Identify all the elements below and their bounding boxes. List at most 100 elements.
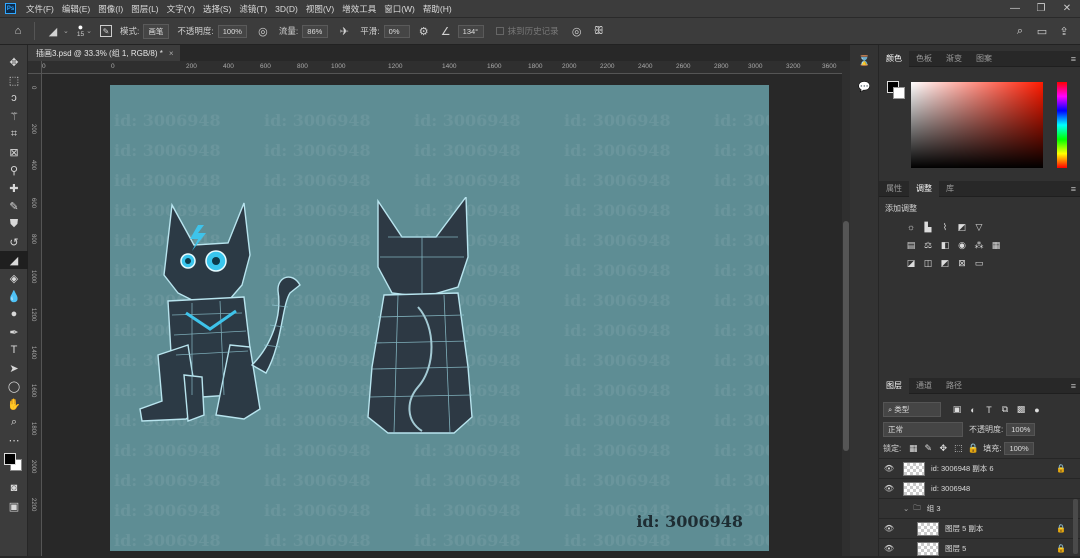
hand-tool-icon[interactable]: ✋: [0, 395, 28, 413]
selective-color-icon[interactable]: ⊠: [956, 257, 968, 269]
minimize-button[interactable]: —: [1002, 3, 1028, 14]
tab-libraries[interactable]: 库: [939, 181, 961, 197]
menu-select[interactable]: 选择(S): [199, 3, 235, 15]
document-tab[interactable]: 插画3.psd @ 33.3% (组 1, RGB/8) * ×: [28, 45, 180, 61]
tab-paths[interactable]: 路径: [939, 378, 969, 394]
channel-mixer-icon[interactable]: ⁂: [973, 239, 985, 251]
layers-scrollbar[interactable]: [1073, 499, 1078, 554]
hue-slider[interactable]: [1057, 82, 1067, 168]
tab-properties[interactable]: 属性: [879, 181, 909, 197]
visibility-eye-icon[interactable]: 👁: [879, 464, 899, 473]
crop-tool-icon[interactable]: ⌗: [0, 125, 28, 143]
tab-gradients[interactable]: 渐变: [939, 51, 969, 67]
tab-patterns[interactable]: 图案: [969, 51, 999, 67]
filter-toggle-icon[interactable]: ●: [1031, 404, 1043, 416]
filter-type-icon[interactable]: T: [983, 404, 995, 416]
paint-bucket-tool-icon[interactable]: ◈: [0, 269, 28, 287]
menu-type[interactable]: 文字(Y): [163, 3, 199, 15]
lock-artboard-icon[interactable]: ⬚: [952, 443, 964, 455]
marquee-tool-icon[interactable]: ⬚: [0, 71, 28, 89]
layer-row[interactable]: 👁 图层 5 副本 🔒: [879, 518, 1080, 538]
eraser-tool-icon[interactable]: ◢: [45, 23, 61, 39]
brush-preset-picker[interactable]: ● 15: [77, 23, 84, 39]
angle-input[interactable]: 134°: [457, 24, 484, 38]
invert-icon[interactable]: ◪: [905, 257, 917, 269]
fill-input[interactable]: 100%: [1004, 442, 1034, 455]
chevron-down-icon[interactable]: ⌄: [63, 27, 69, 35]
opacity-input[interactable]: 100%: [217, 24, 247, 38]
ellipse-tool-icon[interactable]: ◯: [0, 377, 28, 395]
visibility-eye-icon[interactable]: 👁: [879, 544, 899, 553]
lock-transparent-icon[interactable]: ▦: [907, 443, 919, 455]
pen-tool-icon[interactable]: ✒: [0, 323, 28, 341]
mode-select[interactable]: 画笔: [143, 23, 170, 39]
pressure-opacity-icon[interactable]: ◎: [255, 23, 271, 39]
maximize-button[interactable]: ❐: [1028, 3, 1054, 14]
hue-saturation-icon[interactable]: ▤: [905, 239, 917, 251]
brightness-icon[interactable]: ☼: [905, 221, 917, 233]
brush-settings-icon[interactable]: ✎: [99, 25, 112, 37]
screen-mode-icon[interactable]: ▣: [0, 497, 28, 515]
lock-all-icon[interactable]: 🔒: [967, 443, 979, 455]
layer-row[interactable]: 👁 id: 3006948: [879, 478, 1080, 498]
comments-panel-icon[interactable]: 💬: [850, 77, 879, 97]
type-tool-icon[interactable]: T: [0, 341, 28, 359]
menu-edit[interactable]: 编辑(E): [58, 3, 94, 15]
history-brush-tool-icon[interactable]: ↺: [0, 233, 28, 251]
tab-channels[interactable]: 通道: [909, 378, 939, 394]
curves-icon[interactable]: ⌇: [939, 221, 951, 233]
flow-input[interactable]: 86%: [302, 24, 329, 38]
magic-wand-tool-icon[interactable]: ⚚: [0, 107, 28, 125]
blur-tool-icon[interactable]: 💧: [0, 287, 28, 305]
layer-filter-select[interactable]: ⌕ 类型: [883, 402, 941, 417]
panel-menu-icon[interactable]: ≡: [1071, 381, 1076, 391]
visibility-eye-icon[interactable]: 👁: [879, 524, 899, 533]
chevron-down-icon[interactable]: ⌄: [903, 504, 909, 513]
ruler-vertical[interactable]: 0 200 400 600 800 1000 1200 1400 1600 18…: [28, 74, 42, 556]
background-color-swatch[interactable]: [893, 87, 905, 99]
layer-group-row[interactable]: ⌄ 🗀 组 3: [879, 498, 1080, 518]
blend-mode-select[interactable]: 正常: [883, 422, 963, 437]
eyedropper-tool-icon[interactable]: ⚲: [0, 161, 28, 179]
filter-smart-icon[interactable]: ▩: [1015, 404, 1027, 416]
smoothing-input[interactable]: 0%: [383, 24, 410, 38]
chevron-down-icon[interactable]: ⌄: [86, 27, 92, 35]
black-white-icon[interactable]: ◧: [939, 239, 951, 251]
zoom-tool-icon[interactable]: ⌕: [0, 413, 28, 431]
filter-pixel-icon[interactable]: ▣: [951, 404, 963, 416]
color-balance-icon[interactable]: ⚖: [922, 239, 934, 251]
menu-window[interactable]: 窗口(W): [380, 3, 419, 15]
close-tab-icon[interactable]: ×: [169, 49, 174, 58]
color-lookup-icon[interactable]: ▦: [990, 239, 1002, 251]
vibrance-icon[interactable]: ▽: [973, 221, 985, 233]
tab-layers[interactable]: 图层: [879, 377, 909, 394]
panel-menu-icon[interactable]: ≡: [1071, 184, 1076, 194]
foreground-color-swatch[interactable]: [4, 453, 16, 465]
photo-filter-icon[interactable]: ◉: [956, 239, 968, 251]
more-tools-icon[interactable]: ⋯: [0, 431, 28, 449]
menu-3d[interactable]: 3D(D): [271, 4, 302, 14]
lock-position-icon[interactable]: ✥: [937, 443, 949, 455]
color-swatches[interactable]: [0, 449, 27, 479]
ruler-corner[interactable]: [28, 61, 42, 74]
filter-shape-icon[interactable]: ⧉: [999, 404, 1011, 416]
butterfly-icon[interactable]: ꕥ: [591, 23, 607, 39]
erase-history-checkbox[interactable]: [495, 27, 504, 35]
menu-file[interactable]: 文件(F): [22, 3, 58, 15]
layer-row[interactable]: 👁 图层 5 🔒: [879, 538, 1080, 558]
ruler-horizontal[interactable]: 0 0 200 400 600 800 1000 1200 1400 1600 …: [42, 61, 842, 74]
gear-icon[interactable]: ⚙: [416, 23, 432, 39]
frame-tool-icon[interactable]: ⊠: [0, 143, 28, 161]
quick-mask-icon[interactable]: ◙: [0, 479, 28, 497]
tab-swatches[interactable]: 色板: [909, 51, 939, 67]
airbrush-icon[interactable]: ✈: [336, 23, 352, 39]
panel-menu-icon[interactable]: ≡: [1071, 54, 1076, 64]
posterize-icon[interactable]: ◫: [922, 257, 934, 269]
scroll-thumb[interactable]: [843, 221, 849, 451]
menu-image[interactable]: 图像(I): [94, 3, 127, 15]
menu-view[interactable]: 视图(V): [302, 3, 338, 15]
dodge-tool-icon[interactable]: ●: [0, 305, 28, 323]
history-panel-icon[interactable]: ⌛: [850, 51, 879, 71]
menu-plugins[interactable]: 增效工具: [338, 3, 380, 15]
brush-tool-icon[interactable]: ✎: [0, 197, 28, 215]
